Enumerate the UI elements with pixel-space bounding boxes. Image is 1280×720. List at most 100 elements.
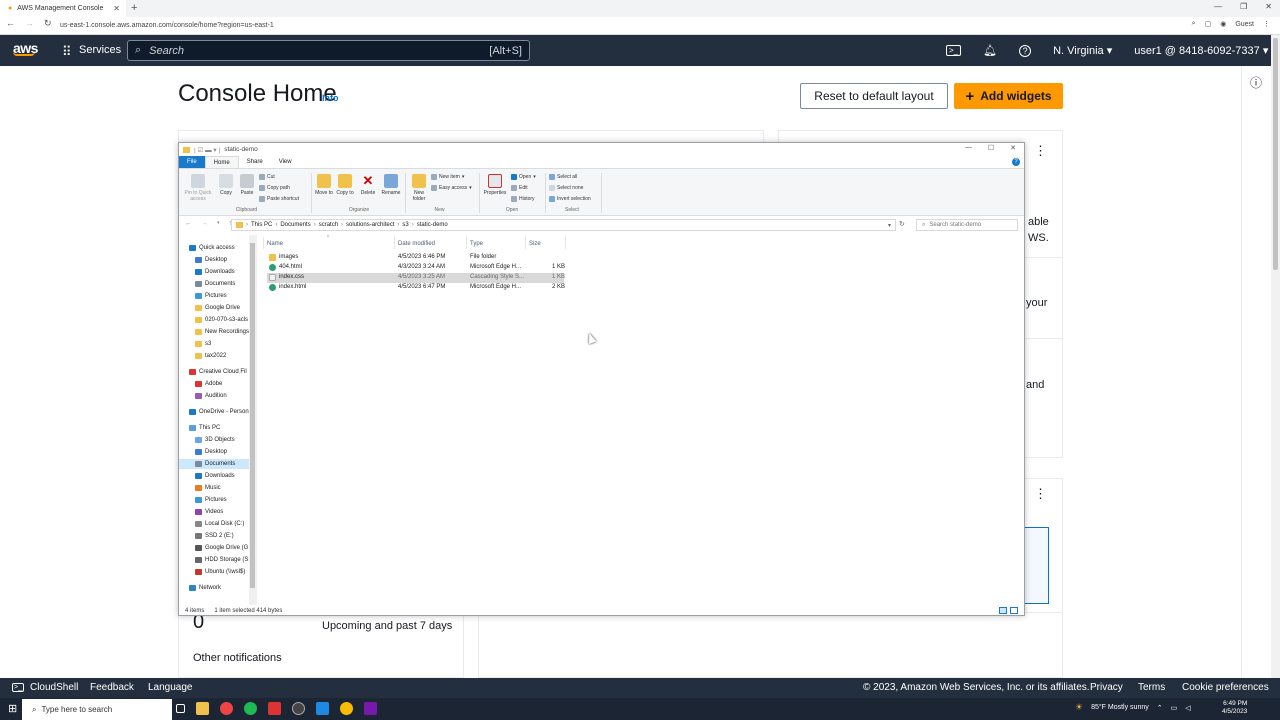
breadcrumb-separator-icon[interactable]: › bbox=[275, 222, 277, 228]
back-icon[interactable]: ← bbox=[6, 18, 15, 29]
refresh-icon[interactable]: ↻ bbox=[899, 220, 905, 228]
column-header-date[interactable]: Date modified bbox=[398, 241, 435, 247]
nav-item[interactable]: 3D Objects bbox=[179, 435, 249, 445]
paste-shortcut-button[interactable]: Paste shortcut bbox=[259, 196, 299, 202]
cloudshell-icon[interactable]: >_ bbox=[946, 45, 962, 56]
tab-file[interactable]: File bbox=[179, 156, 205, 168]
profile-icon[interactable]: ◉ bbox=[1220, 20, 1226, 28]
cloudshell-button[interactable]: >_ CloudShell bbox=[12, 682, 78, 693]
url-text[interactable]: us-east-1.console.aws.amazon.com/console… bbox=[60, 22, 274, 29]
nav-item[interactable]: Pictures bbox=[179, 495, 249, 505]
network-icon[interactable]: ▭ bbox=[1171, 704, 1178, 712]
obs-icon[interactable] bbox=[292, 702, 305, 715]
nav-item[interactable]: 020-070-s3-acls bbox=[179, 315, 249, 325]
help-icon[interactable]: ? bbox=[1012, 158, 1020, 166]
widget-actions-icon[interactable]: ⋮ bbox=[1034, 486, 1047, 502]
breadcrumb-separator-icon[interactable]: › bbox=[397, 222, 399, 228]
forward-icon[interactable]: → bbox=[25, 18, 34, 29]
nav-item[interactable]: New Recordings bbox=[179, 327, 249, 337]
nav-item[interactable]: HDD Storage (S: bbox=[179, 555, 249, 565]
nav-item[interactable]: This PC bbox=[179, 423, 249, 433]
rename-button[interactable]: Rename bbox=[380, 174, 402, 196]
task-view-icon[interactable] bbox=[176, 704, 185, 713]
recent-locations-icon[interactable]: ▾ bbox=[217, 220, 220, 227]
search-input[interactable]: ⌕ Search [Alt+S] bbox=[127, 40, 530, 61]
nav-item[interactable]: Pictures bbox=[179, 291, 249, 301]
sidebar-icon[interactable]: ▢ bbox=[1205, 20, 1212, 28]
region-selector[interactable]: N. Virginia ▾ bbox=[1053, 44, 1112, 57]
select-all-button[interactable]: Select all bbox=[549, 174, 577, 180]
column-header-type[interactable]: Type bbox=[470, 241, 483, 247]
nav-item[interactable]: Downloads bbox=[179, 267, 249, 277]
file-row[interactable]: images 4/5/2023 6:46 PM File folder bbox=[267, 253, 564, 263]
breadcrumb-separator-icon[interactable]: › bbox=[412, 222, 414, 228]
nav-item[interactable]: Music bbox=[179, 483, 249, 493]
selected-widget-box[interactable] bbox=[1024, 527, 1049, 604]
move-to-button[interactable]: Move to bbox=[314, 174, 334, 196]
privacy-link[interactable]: Privacy bbox=[1090, 682, 1123, 693]
onenote-icon[interactable] bbox=[364, 702, 377, 715]
large-icons-view-icon[interactable] bbox=[1010, 607, 1018, 614]
weather-icon[interactable]: ☀ bbox=[1075, 702, 1083, 713]
explorer-search-input[interactable]: ⌕ Search static-demo bbox=[916, 219, 1018, 231]
nav-pane-scrollbar-thumb[interactable] bbox=[250, 243, 255, 588]
select-none-button[interactable]: Select none bbox=[549, 185, 583, 191]
nav-item[interactable]: Desktop bbox=[179, 255, 249, 265]
paste-button[interactable]: Paste bbox=[238, 174, 256, 196]
explorer-address-bar[interactable]: › This PC › Documents › scratch › soluti… bbox=[231, 219, 896, 231]
vscode-icon[interactable] bbox=[316, 702, 329, 715]
nav-item[interactable]: OneDrive - Person bbox=[179, 407, 249, 417]
address-dropdown-icon[interactable]: ▾ bbox=[888, 222, 891, 229]
profile-label[interactable]: Guest bbox=[1235, 21, 1254, 28]
aws-logo[interactable]: aws bbox=[13, 40, 38, 56]
taskbar-search[interactable]: ⌕ Type here to search bbox=[22, 699, 172, 720]
copy-to-button[interactable]: Copy to bbox=[335, 174, 355, 196]
nav-item[interactable]: Videos bbox=[179, 507, 249, 517]
minimize-icon[interactable]: — bbox=[1214, 2, 1222, 11]
nav-item[interactable]: Downloads bbox=[179, 471, 249, 481]
nav-item[interactable]: Local Disk (C:) bbox=[179, 519, 249, 529]
nav-item[interactable]: Desktop bbox=[179, 447, 249, 457]
history-button[interactable]: History bbox=[511, 196, 535, 202]
close-window-icon[interactable]: ✕ bbox=[1265, 2, 1272, 11]
breadcrumb-separator-icon[interactable]: › bbox=[314, 222, 316, 228]
widget-actions-icon[interactable]: ⋮ bbox=[1034, 143, 1047, 159]
easy-access-button[interactable]: Easy access ▾ bbox=[431, 185, 472, 191]
terms-link[interactable]: Terms bbox=[1138, 682, 1165, 693]
breadcrumb-item[interactable]: Documents bbox=[280, 222, 310, 228]
close-window-icon[interactable]: ✕ bbox=[1010, 144, 1016, 152]
file-row-selected[interactable]: index.css 4/5/2023 3:25 AM Cascading Sty… bbox=[267, 273, 565, 283]
tab-home[interactable]: Home bbox=[204, 155, 239, 169]
details-view-icon[interactable] bbox=[999, 607, 1007, 614]
properties-button[interactable]: Properties bbox=[482, 174, 508, 196]
recorder-icon[interactable] bbox=[268, 702, 281, 715]
nav-item[interactable]: Creative Cloud Fil bbox=[179, 367, 249, 377]
language-link[interactable]: Language bbox=[148, 682, 193, 693]
reset-layout-button[interactable]: Reset to default layout bbox=[800, 83, 948, 109]
help-icon[interactable]: ? bbox=[1019, 44, 1032, 57]
quick-access-toolbar[interactable]: | ☑ ▬ ▾ | bbox=[194, 146, 220, 154]
tab-view[interactable]: View bbox=[271, 156, 300, 168]
windows-start-icon[interactable]: ⊞ bbox=[8, 702, 17, 715]
invert-selection-button[interactable]: Invert selection bbox=[549, 196, 591, 202]
zoom-icon[interactable]: ⌕ bbox=[1192, 20, 1196, 28]
new-folder-button[interactable]: New folder bbox=[408, 174, 430, 202]
delete-button[interactable]: ✕ Delete bbox=[358, 174, 378, 197]
nav-item[interactable]: tax2022 bbox=[179, 351, 249, 361]
breadcrumb-item[interactable]: solutions-architect bbox=[346, 222, 394, 228]
cut-button[interactable]: Cut bbox=[259, 174, 275, 180]
nav-item[interactable]: Network bbox=[179, 583, 249, 593]
nav-item[interactable]: Documents bbox=[179, 279, 249, 289]
browser-tab[interactable]: ● AWS Management Console ✕ bbox=[0, 0, 126, 17]
file-row[interactable]: index.html 4/5/2023 6:47 PM Microsoft Ed… bbox=[267, 283, 565, 293]
breadcrumb-item[interactable]: s3 bbox=[402, 222, 408, 228]
open-button[interactable]: Open ▾ bbox=[511, 174, 536, 180]
breadcrumb-separator-icon[interactable]: › bbox=[341, 222, 343, 228]
close-tab-icon[interactable]: ✕ bbox=[113, 4, 120, 13]
minimize-icon[interactable]: — bbox=[965, 144, 972, 152]
nav-item[interactable]: Adobe bbox=[179, 379, 249, 389]
new-tab-icon[interactable]: + bbox=[131, 2, 137, 14]
feedback-link[interactable]: Feedback bbox=[90, 682, 134, 693]
back-icon[interactable]: ← bbox=[185, 220, 192, 227]
spotify-icon[interactable] bbox=[244, 702, 257, 715]
